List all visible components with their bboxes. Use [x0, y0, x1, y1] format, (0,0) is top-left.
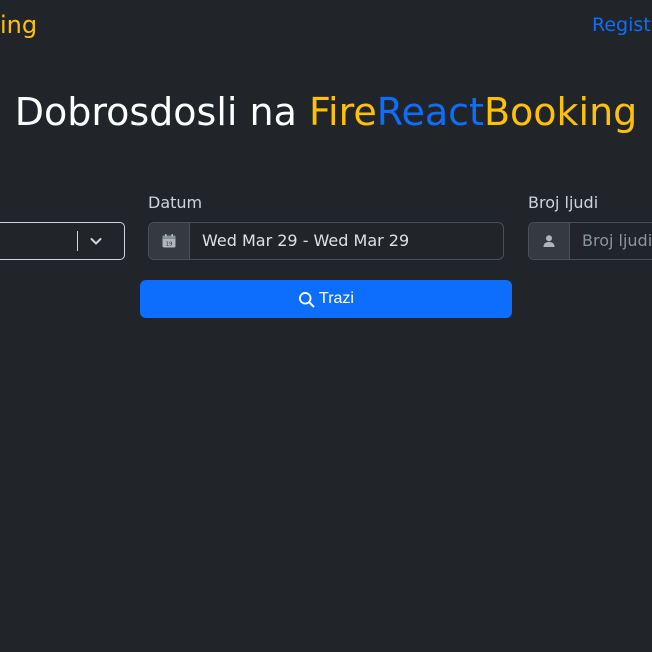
people-input[interactable]: Broj ljudi [528, 222, 652, 260]
person-icon [543, 235, 555, 247]
people-placeholder: Broj ljudi [582, 231, 652, 250]
page: ing Regist Dobrosdosli na FireReactBooki… [0, 0, 652, 652]
svg-text:19: 19 [166, 242, 173, 248]
register-link[interactable]: Regist [592, 12, 651, 38]
title-brand-react: React [376, 90, 484, 134]
chevron-down-icon[interactable] [88, 233, 104, 249]
people-addon [529, 223, 570, 259]
search-button-label: Trazi [319, 290, 354, 307]
date-label: Datum [148, 193, 203, 212]
date-addon: 19 [149, 223, 190, 259]
navbar-brand[interactable]: ing [0, 10, 37, 40]
location-select[interactable] [0, 222, 125, 260]
search-icon [299, 291, 315, 307]
page-title: Dobrosdosli na FireReactBooking [0, 86, 652, 138]
select-separator [77, 231, 78, 251]
title-brand-booking: Booking [483, 90, 638, 134]
title-prefix: Dobrosdosli na [14, 90, 309, 134]
search-button[interactable]: Trazi [140, 280, 512, 318]
calendar-icon: 19 [162, 234, 176, 248]
date-range-input[interactable]: 19 Wed Mar 29 - Wed Mar 29 [148, 222, 504, 260]
date-range-value: Wed Mar 29 - Wed Mar 29 [202, 231, 410, 250]
title-brand-fire: Fire [308, 90, 377, 134]
people-label: Broj ljudi [528, 193, 599, 212]
